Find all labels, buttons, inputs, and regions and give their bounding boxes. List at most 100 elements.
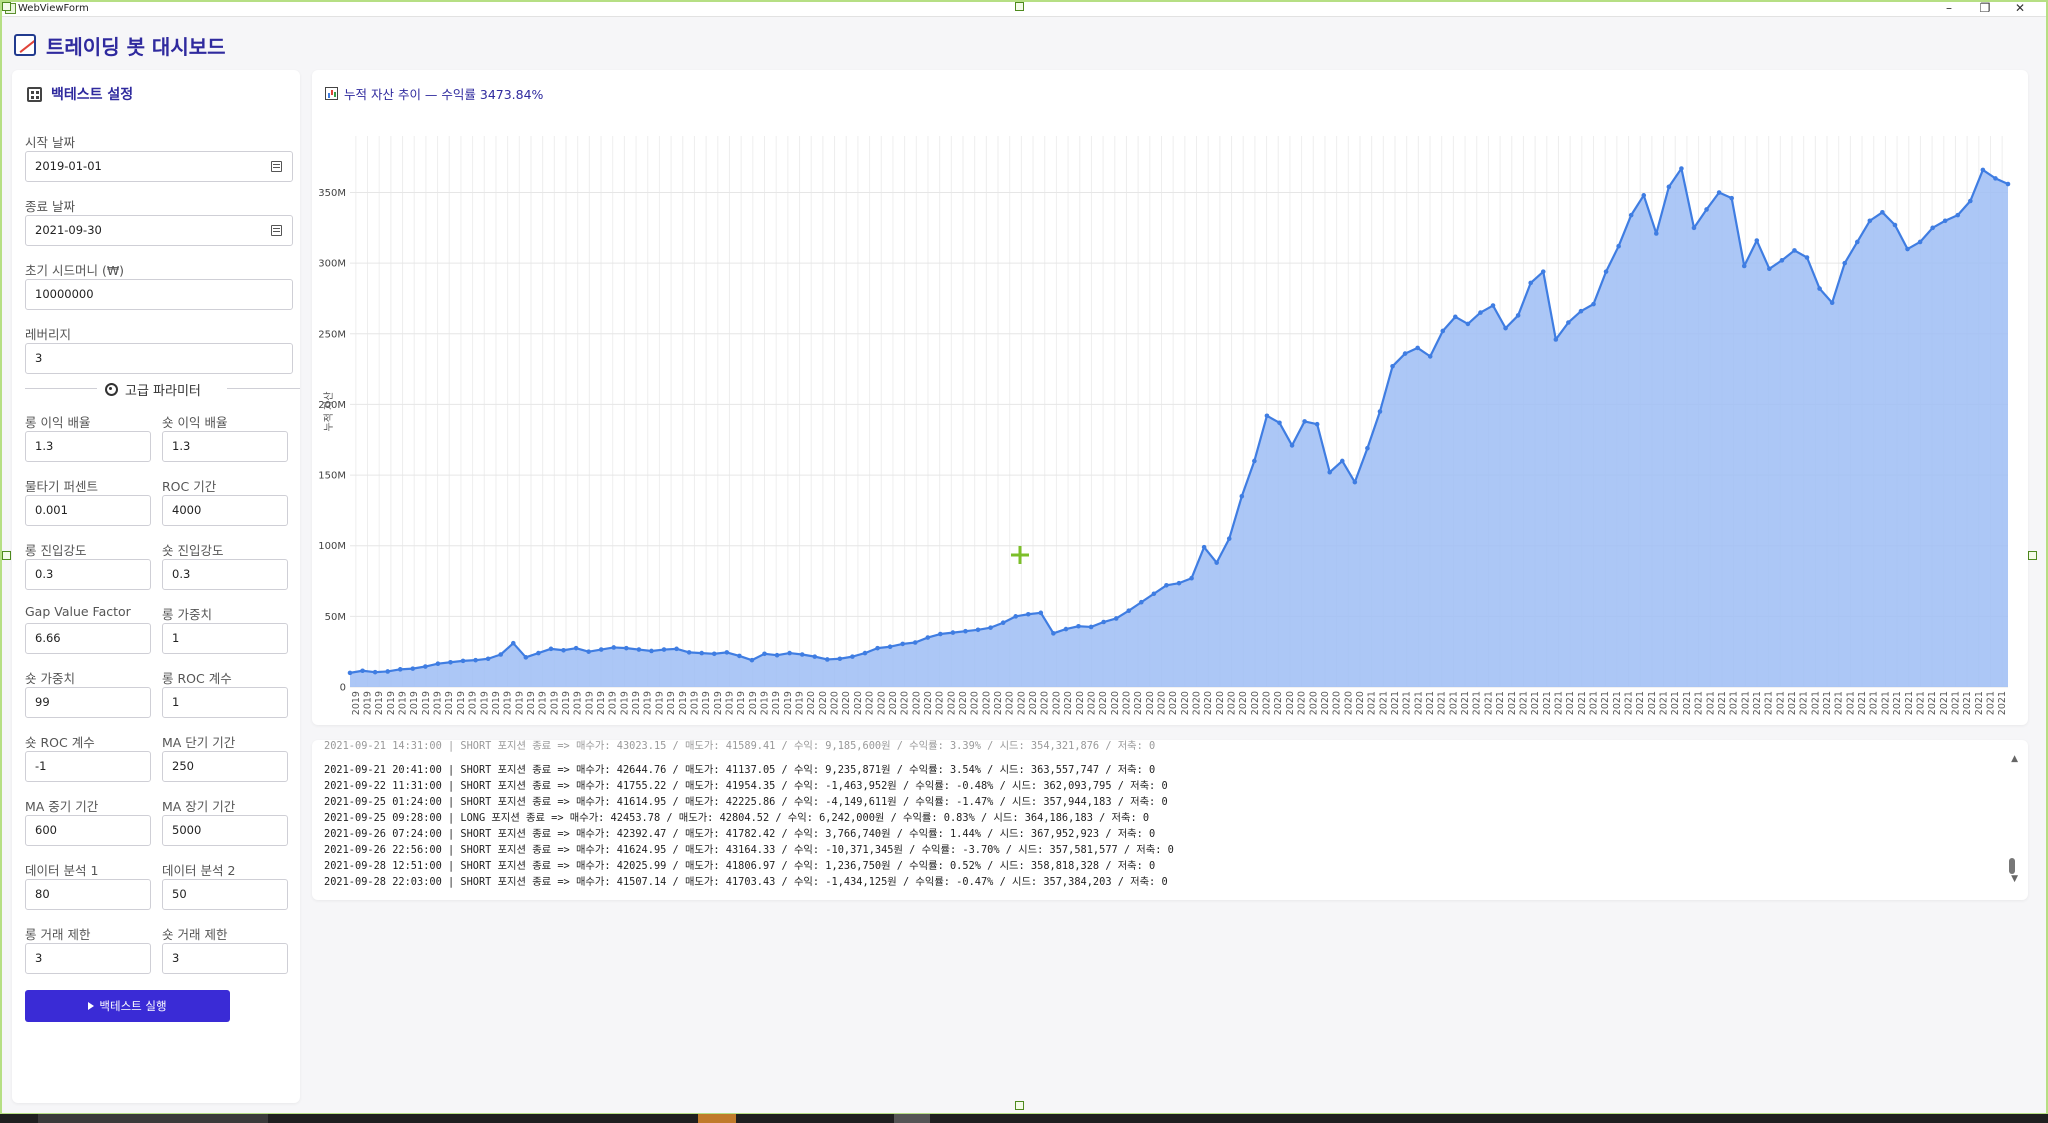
x-tick-label: 2020 [1250, 691, 1261, 715]
x-tick-label: 2021 [1413, 691, 1424, 715]
scroll-down-arrow-icon[interactable]: ▼ [2011, 874, 2018, 884]
trade-log-panel[interactable]: 2021-09-21 14:31:00 | SHORT 포지션 종료 => 매수… [312, 740, 2028, 900]
equity-point [385, 669, 390, 674]
param-input[interactable]: 1 [162, 623, 288, 654]
equity-point [1817, 286, 1822, 291]
equity-point [1176, 580, 1182, 586]
start-date-input[interactable]: 2019-01-01 [25, 151, 293, 182]
x-tick-label: 2020 [958, 691, 969, 715]
equity-point [360, 668, 365, 674]
minimize-button[interactable]: – [1934, 0, 1964, 17]
x-tick-label: 2019 [584, 691, 595, 715]
equity-point [1741, 263, 1747, 269]
grid-icon [27, 86, 42, 102]
window-title: WebViewForm [18, 3, 89, 14]
taskbar-app[interactable] [698, 1114, 736, 1123]
x-tick-label: 2020 [1262, 691, 1273, 715]
param-input[interactable]: -1 [25, 751, 151, 782]
scrollbar-thumb[interactable] [2009, 858, 2015, 874]
param-input[interactable]: 600 [25, 815, 151, 846]
param-field: 숏 이익 배율 1.3 [162, 412, 288, 462]
equity-point [737, 653, 742, 659]
param-input[interactable]: 0.3 [162, 559, 288, 590]
param-field: 숏 가중치 99 [25, 668, 151, 718]
x-tick-label: 2021 [1857, 691, 1868, 715]
advanced-params-divider: 고급 파라미터 [25, 380, 300, 399]
equity-point [762, 651, 767, 657]
calendar-icon[interactable] [271, 225, 282, 236]
equity-point [1038, 610, 1044, 616]
equity-point [636, 647, 642, 652]
seed-money-input[interactable]: 10000000 [25, 279, 293, 310]
param-input[interactable]: 1 [162, 687, 288, 718]
resize-handle-left[interactable] [2, 551, 11, 560]
resize-handle-right[interactable] [2028, 551, 2037, 560]
param-input[interactable]: 4000 [162, 495, 288, 526]
equity-point [799, 652, 805, 657]
x-tick-label: 2019 [748, 691, 759, 715]
param-field: 숏 거래 제한 3 [162, 924, 288, 974]
equity-point [1164, 582, 1169, 588]
x-tick-label: 2020 [1192, 691, 1203, 715]
app-header: 트레이딩 봇 대시보드 [14, 32, 226, 59]
equity-point [1716, 190, 1722, 195]
x-tick-label: 2021 [1682, 691, 1693, 715]
equity-point [724, 650, 730, 655]
restore-button[interactable]: ❐ [1970, 0, 2000, 17]
taskbar-search[interactable] [38, 1114, 268, 1123]
param-input[interactable]: 1.3 [25, 431, 151, 462]
param-field: 롱 거래 제한 3 [25, 924, 151, 974]
x-tick-label: 2019 [724, 691, 735, 715]
x-tick-label: 2021 [1997, 691, 2008, 715]
equity-chart[interactable]: 2019 2019 2019 2019 2019 2019 2019 2019 2019 2019… [312, 70, 2028, 725]
param-input[interactable]: 80 [25, 879, 151, 910]
equity-point [586, 649, 591, 654]
close-button[interactable]: ✕ [2005, 0, 2035, 17]
param-input[interactable]: 0.3 [25, 559, 151, 590]
log-line: 2021-09-26 22:56:00 | SHORT 포지션 종료 => 매수… [324, 844, 1174, 856]
param-input[interactable]: 5000 [162, 815, 288, 846]
equity-point [1503, 325, 1508, 331]
log-line: 2021-09-25 01:24:00 | SHORT 포지션 종료 => 매수… [324, 796, 1168, 808]
param-input[interactable]: 0.001 [25, 495, 151, 526]
resize-handle-top-left[interactable] [2, 2, 11, 11]
equity-point [1729, 195, 1734, 201]
param-input[interactable]: 1.3 [162, 431, 288, 462]
equity-point [1854, 239, 1860, 245]
taskbar-app[interactable] [894, 1114, 930, 1123]
param-input[interactable]: 3 [162, 943, 288, 974]
end-date-input[interactable]: 2021-09-30 [25, 215, 293, 246]
equity-point [862, 650, 868, 656]
equity-point [1603, 269, 1609, 274]
settings-title-label: 백테스트 설정 [51, 87, 134, 103]
param-input[interactable]: 50 [162, 879, 288, 910]
resize-handle-bottom[interactable] [1015, 1101, 1024, 1110]
equity-point [1063, 626, 1069, 632]
equity-point [1252, 458, 1257, 464]
equity-point [548, 646, 554, 652]
equity-point [1566, 320, 1571, 325]
param-value: 4000 [172, 503, 202, 517]
param-input[interactable]: 250 [162, 751, 288, 782]
equity-point [1277, 420, 1282, 426]
run-backtest-button[interactable]: 백테스트 실행 [25, 990, 230, 1022]
x-tick-label: 2019 [596, 691, 607, 715]
equity-point [1779, 258, 1785, 263]
scroll-up-arrow-icon[interactable]: ▲ [2011, 754, 2018, 764]
x-tick-label: 2020 [841, 691, 852, 715]
page-title: 트레이딩 봇 대시보드 [46, 34, 226, 59]
equity-chart-panel: 2019 2019 2019 2019 2019 2019 2019 2019 2019 2019… [312, 70, 2028, 725]
equity-point [912, 640, 918, 645]
calendar-icon[interactable] [271, 161, 282, 172]
param-field: 롱 ROC 계수 1 [162, 668, 288, 718]
param-input[interactable]: 3 [25, 943, 151, 974]
x-tick-label: 2021 [1495, 691, 1506, 715]
leverage-input[interactable]: 3 [25, 343, 293, 374]
x-tick-label: 2019 [351, 691, 362, 715]
x-tick-label: 2019 [713, 691, 724, 715]
x-tick-label: 2021 [1950, 691, 1961, 715]
param-input[interactable]: 6.66 [25, 623, 151, 654]
param-input[interactable]: 99 [25, 687, 151, 718]
x-tick-label: 2019 [689, 691, 700, 715]
resize-handle-top[interactable] [1015, 2, 1024, 11]
